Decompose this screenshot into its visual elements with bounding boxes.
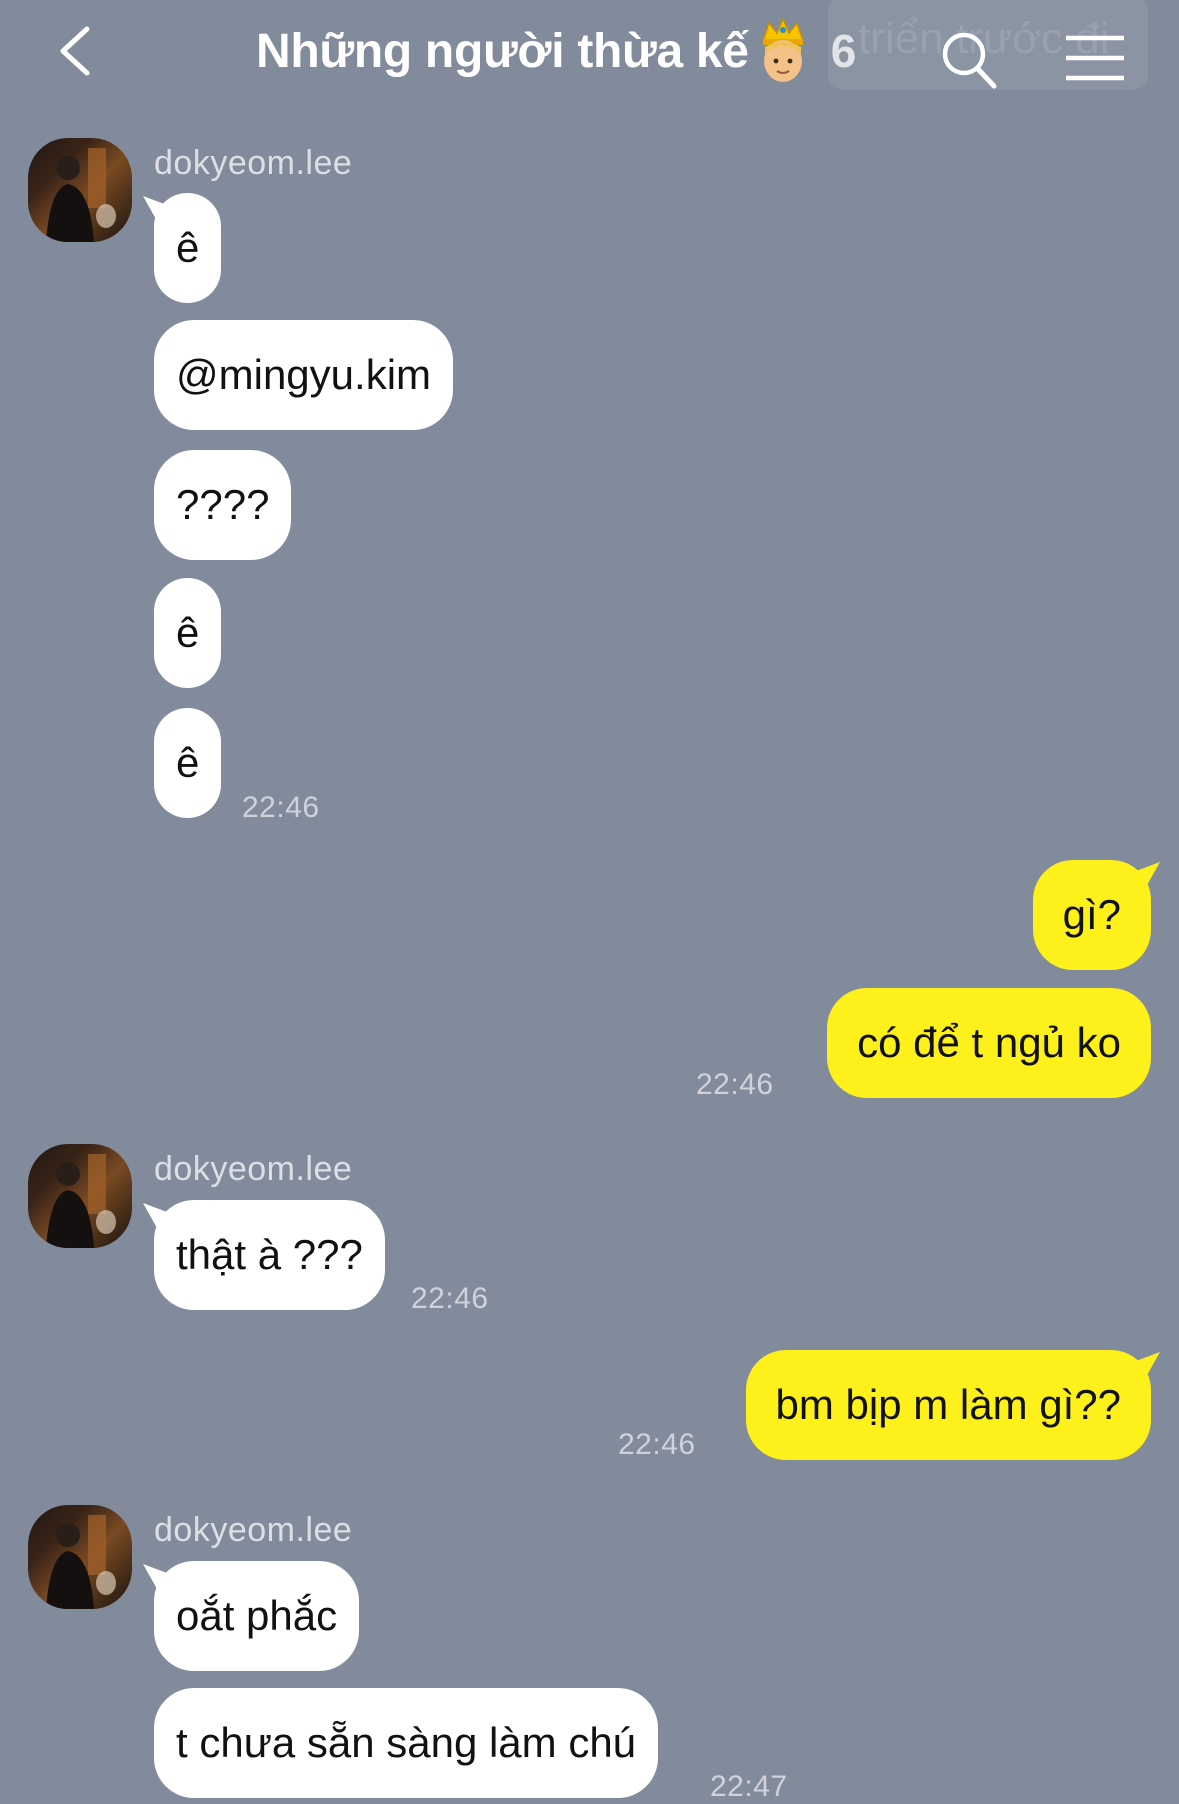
member-count: 6 bbox=[830, 25, 857, 77]
message-timestamp: 22:46 bbox=[242, 791, 320, 824]
message-bubble-incoming[interactable]: ê bbox=[154, 578, 222, 688]
sender-name: dokyeom.lee bbox=[154, 144, 353, 182]
hamburger-menu-icon[interactable] bbox=[1064, 34, 1126, 84]
message-bubble-incoming[interactable]: ê bbox=[154, 193, 222, 303]
message-bubble-incoming[interactable]: @mingyu.kim bbox=[154, 320, 454, 430]
message-bubble-incoming[interactable]: oắt phắc bbox=[154, 1561, 360, 1671]
message-bubble-outgoing[interactable]: bm bịp m làm gì?? bbox=[745, 1350, 1151, 1460]
chat-title-area[interactable]: Những người thừa kế 6 bbox=[256, 16, 856, 86]
message-timestamp: 22:47 bbox=[710, 1770, 788, 1803]
message-bubble-incoming[interactable]: ???? bbox=[154, 450, 292, 560]
message-bubble-outgoing[interactable]: có để t ngủ ko bbox=[827, 988, 1151, 1098]
sender-name: dokyeom.lee bbox=[154, 1511, 353, 1549]
message-bubble-outgoing[interactable]: gì? bbox=[1032, 860, 1151, 970]
avatar[interactable] bbox=[28, 1144, 132, 1248]
sender-name: dokyeom.lee bbox=[154, 1150, 353, 1188]
message-timestamp: 22:46 bbox=[618, 1428, 696, 1461]
search-icon[interactable] bbox=[940, 30, 998, 90]
chat-header: triển trước đi Những người thừa kế 6 bbox=[0, 0, 1179, 110]
message-bubble-incoming[interactable]: thật à ??? bbox=[154, 1200, 385, 1310]
chevron-left-icon[interactable] bbox=[55, 25, 95, 77]
avatar[interactable] bbox=[28, 1505, 132, 1609]
message-bubble-incoming[interactable]: ê bbox=[154, 708, 222, 818]
avatar[interactable] bbox=[28, 138, 132, 242]
crown-person-emoji-icon bbox=[761, 17, 804, 82]
message-timestamp: 22:46 bbox=[411, 1282, 489, 1315]
message-bubble-incoming[interactable]: t chưa sẵn sàng làm chú bbox=[154, 1688, 659, 1798]
message-timestamp: 22:46 bbox=[696, 1068, 774, 1101]
chat-title: Những người thừa kế bbox=[256, 24, 749, 78]
